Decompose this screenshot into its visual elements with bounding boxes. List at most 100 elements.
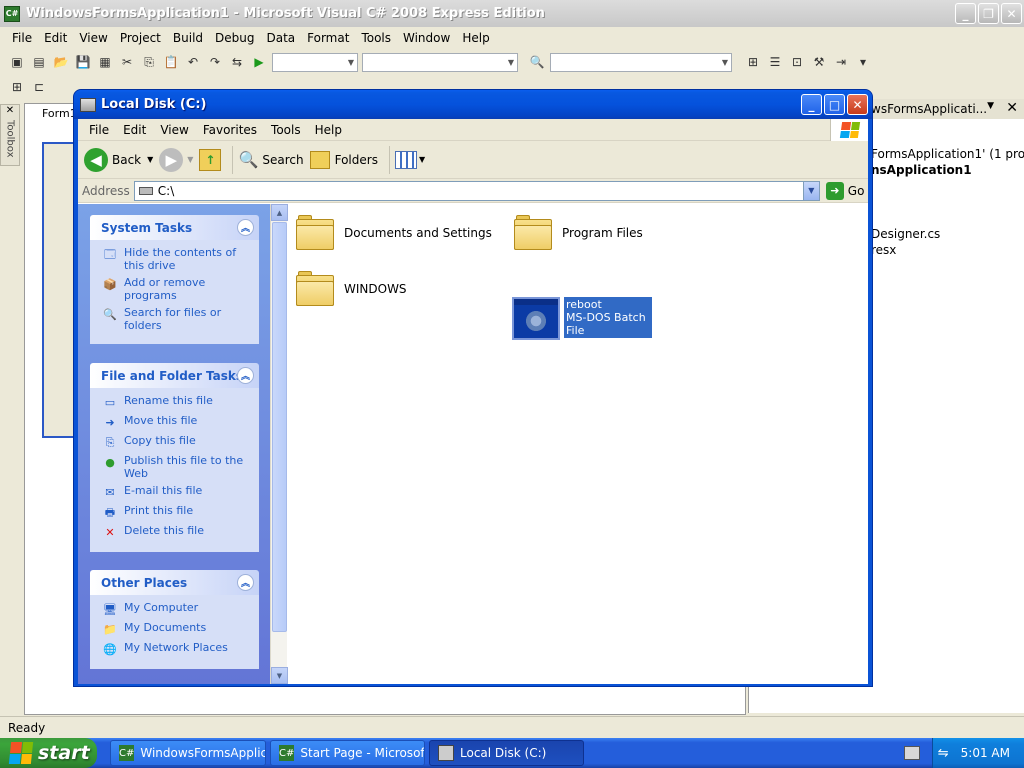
folder-windows[interactable]: WINDOWS <box>296 271 407 307</box>
align-left-icon[interactable]: ⊏ <box>30 78 48 96</box>
forward-button[interactable]: ▶ ▼ <box>159 147 193 172</box>
save-icon[interactable]: 💾 <box>74 53 92 71</box>
vs-minimize-button[interactable]: _ <box>955 3 976 24</box>
search-button[interactable]: 🔍 Search <box>238 150 303 169</box>
copy-icon[interactable]: ⎘ <box>140 53 158 71</box>
collapse-icon[interactable]: ︽ <box>237 219 254 236</box>
properties-icon[interactable]: ☰ <box>766 53 784 71</box>
vs-menu-window[interactable]: Window <box>397 31 456 45</box>
more-icon[interactable]: ▾ <box>854 53 872 71</box>
vs-menu-tools[interactable]: Tools <box>355 31 397 45</box>
vs-menu-data[interactable]: Data <box>260 31 301 45</box>
explorer-menu-view[interactable]: View <box>153 123 195 137</box>
folders-button[interactable]: Folders <box>309 150 378 169</box>
scroll-thumb[interactable] <box>272 222 287 632</box>
go-button[interactable]: ➜ Go <box>825 181 864 200</box>
network-tray-icon[interactable]: ⇋ <box>938 746 949 761</box>
file-reboot-bat[interactable]: reboot MS-DOS Batch File 1 KB <box>512 297 652 350</box>
paste-icon[interactable]: 📋 <box>162 53 180 71</box>
print-file-link[interactable]: 🖶 Print this file <box>102 504 251 520</box>
folder-program-files[interactable]: Program Files <box>514 215 643 251</box>
new-project-icon[interactable]: ▣ <box>8 53 26 71</box>
my-documents-link[interactable]: 📁 My Documents <box>102 621 251 637</box>
start-button[interactable]: start <box>0 738 97 768</box>
taskbar-button-vs[interactable]: C# WindowsFormsApplic... <box>110 740 266 766</box>
views-button[interactable]: ▼ <box>394 150 425 169</box>
vs-restore-button[interactable]: ❐ <box>978 3 999 24</box>
start-debug-icon[interactable]: ▶ <box>250 53 268 71</box>
file-folder-tasks-header[interactable]: File and Folder Tasks ︽ <box>90 363 259 388</box>
scroll-up-arrow-icon[interactable]: ▲ <box>271 204 288 221</box>
find-in-files-icon[interactable]: 🔍 <box>528 53 546 71</box>
cut-icon[interactable]: ✂ <box>118 53 136 71</box>
explorer-menu-tools[interactable]: Tools <box>264 123 308 137</box>
navigate-icon[interactable]: ⇆ <box>228 53 246 71</box>
my-computer-link[interactable]: 🖥 My Computer <box>102 601 251 617</box>
explorer-menu-file[interactable]: File <box>82 123 116 137</box>
task-pane-scrollbar[interactable]: ▲ ▼ <box>270 204 288 684</box>
vs-menu-build[interactable]: Build <box>167 31 209 45</box>
taskbar-button-explorer[interactable]: Local Disk (C:) <box>429 740 584 766</box>
vs-close-button[interactable]: ✕ <box>1001 3 1022 24</box>
object-browser-icon[interactable]: ⊡ <box>788 53 806 71</box>
resx-file-node[interactable]: resx <box>871 243 896 257</box>
other-places-header[interactable]: Other Places ︽ <box>90 570 259 595</box>
copy-file-link[interactable]: ⎘ Copy this file <box>102 434 251 450</box>
system-tasks-header[interactable]: System Tasks ︽ <box>90 215 259 240</box>
add-item-icon[interactable]: ▤ <box>30 53 48 71</box>
project-node[interactable]: nsApplication1 <box>871 163 972 177</box>
hide-drive-contents-link[interactable]: 🗔 Hide the contents of this drive <box>102 246 251 272</box>
search-files-link[interactable]: 🔍 Search for files or folders <box>102 306 251 332</box>
vs-menu-debug[interactable]: Debug <box>209 31 260 45</box>
vs-menu-project[interactable]: Project <box>114 31 167 45</box>
solution-config-combo[interactable]: ▼ <box>272 52 358 72</box>
collapse-icon[interactable]: ︽ <box>237 367 254 384</box>
scroll-down-arrow-icon[interactable]: ▼ <box>271 667 288 684</box>
toolbox-icon[interactable]: ⚒ <box>810 53 828 71</box>
designer-file-node[interactable]: Designer.cs <box>871 227 940 241</box>
close-icon[interactable]: ✕ <box>1006 100 1018 116</box>
taskbar-button-start-page[interactable]: C# Start Page - Microsof... <box>270 740 425 766</box>
toolbox-tab[interactable]: ✕ Toolbox <box>0 104 20 166</box>
back-dropdown-icon[interactable]: ▼ <box>147 155 153 164</box>
forward-dropdown-icon[interactable]: ▼ <box>187 155 193 164</box>
up-folder-button[interactable]: ↑ <box>199 148 222 171</box>
collapse-icon[interactable]: ︽ <box>237 574 254 591</box>
vs-menu-format[interactable]: Format <box>301 31 355 45</box>
publish-web-link[interactable]: ● Publish this file to the Web <box>102 454 251 480</box>
rename-file-link[interactable]: ▭ Rename this file <box>102 394 251 410</box>
vs-menu-edit[interactable]: Edit <box>38 31 73 45</box>
vs-menu-file[interactable]: File <box>6 31 38 45</box>
add-remove-programs-link[interactable]: 📦 Add or remove programs <box>102 276 251 302</box>
my-network-places-link[interactable]: 🌐 My Network Places <box>102 641 251 657</box>
platform-combo[interactable]: ▼ <box>362 52 518 72</box>
explorer-maximize-button[interactable]: □ <box>824 94 845 115</box>
explorer-minimize-button[interactable]: _ <box>801 94 822 115</box>
clock[interactable]: 5:01 AM <box>961 746 1010 760</box>
open-file-icon[interactable]: 📂 <box>52 53 70 71</box>
solution-node[interactable]: FormsApplication1' (1 project) <box>871 147 1024 161</box>
explorer-title-bar[interactable]: Local Disk (C:) _ □ ✕ <box>74 90 872 119</box>
explorer-menu-favorites[interactable]: Favorites <box>196 123 264 137</box>
solution-explorer-icon[interactable]: ⊞ <box>744 53 762 71</box>
explorer-close-button[interactable]: ✕ <box>847 94 868 115</box>
dropdown-icon[interactable]: ▼ <box>987 101 994 111</box>
vs-title-bar[interactable]: C# WindowsFormsApplication1 - Microsoft … <box>0 0 1024 27</box>
folder-documents-and-settings[interactable]: Documents and Settings <box>296 215 492 251</box>
find-combo[interactable]: ▼ <box>550 52 732 72</box>
keyboard-icon[interactable] <box>904 746 920 760</box>
undo-icon[interactable]: ↶ <box>184 53 202 71</box>
save-all-icon[interactable]: ▦ <box>96 53 114 71</box>
explorer-menu-help[interactable]: Help <box>308 123 349 137</box>
email-file-link[interactable]: ✉ E-mail this file <box>102 484 251 500</box>
address-input[interactable]: C:\ ▼ <box>133 180 820 201</box>
address-dropdown-icon[interactable]: ▼ <box>802 181 819 200</box>
vs-menu-view[interactable]: View <box>73 31 113 45</box>
vs-menu-help[interactable]: Help <box>456 31 495 45</box>
redo-icon[interactable]: ↷ <box>206 53 224 71</box>
start-page-icon[interactable]: ⇥ <box>832 53 850 71</box>
back-button[interactable]: ◀ Back ▼ <box>84 147 153 172</box>
delete-file-link[interactable]: ✕ Delete this file <box>102 524 251 540</box>
explorer-menu-edit[interactable]: Edit <box>116 123 153 137</box>
align-grid-icon[interactable]: ⊞ <box>8 78 26 96</box>
